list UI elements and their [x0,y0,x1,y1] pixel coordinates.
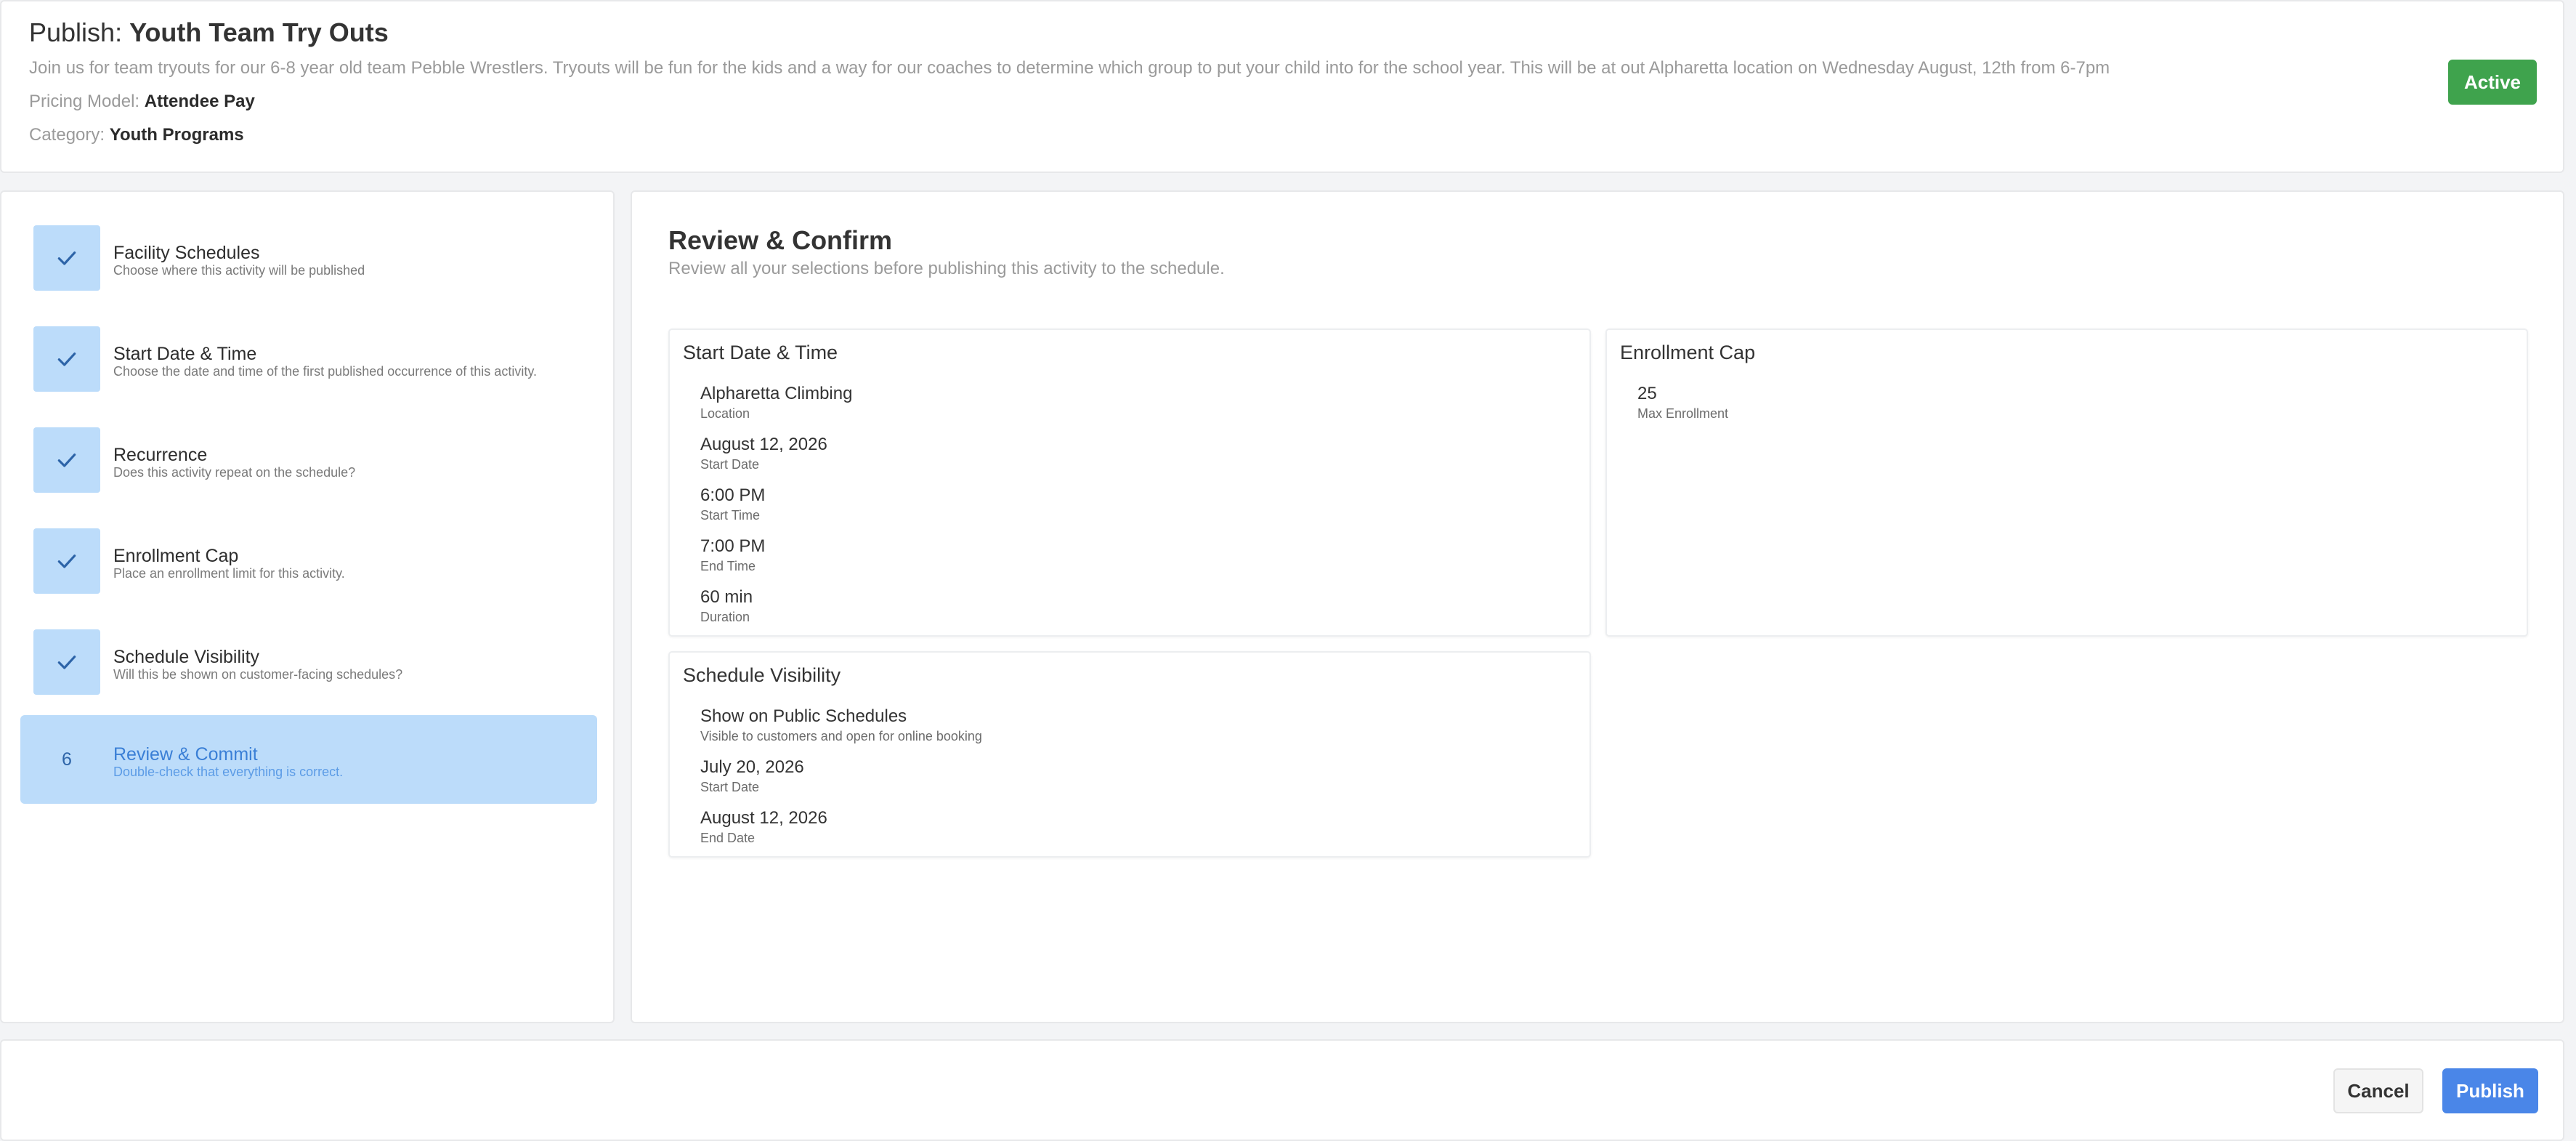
card-title: Start Date & Time [683,342,838,363]
field-value: 25 [1637,384,1657,403]
publish-button[interactable]: Publish [2442,1068,2538,1113]
field-value: 6:00 PM [700,485,766,505]
step-subtitle: Will this be shown on customer-facing sc… [113,667,403,682]
field-value: August 12, 2026 [700,435,827,454]
schedule-visibility-card: Schedule Visibility Show on Public Sched… [668,651,1591,858]
cancel-button[interactable]: Cancel [2333,1068,2423,1113]
title-prefix: Publish: [29,17,123,47]
step-number: 6 [33,727,100,792]
step-subtitle: Choose where this activity will be publi… [113,263,365,278]
step-subtitle: Place an enrollment limit for this activ… [113,566,345,581]
field-label: Start Date [700,780,760,794]
start-date-field: August 12, 2026 Start Date [700,435,827,472]
enrollment-cap-card: Enrollment Cap 25 Max Enrollment [1605,328,2528,637]
start-date-time-card: Start Date & Time Alpharetta Climbing Lo… [668,328,1591,637]
visibility-end-date-field: August 12, 2026 End Date [700,808,827,846]
max-enrollment-field: 25 Max Enrollment [1637,384,1728,422]
steps-sidebar: Facility Schedules Choose where this act… [0,190,615,1023]
step-title: Facility Schedules [113,243,260,263]
step-title: Recurrence [113,445,208,465]
step-subtitle: Choose the date and time of the first pu… [113,364,537,379]
field-label: End Date [700,831,756,845]
check-icon [33,225,100,291]
step-subtitle: Does this activity repeat on the schedul… [113,465,356,480]
activity-description: Join us for team tryouts for our 6-8 yea… [29,58,2110,78]
step-title: Enrollment Cap [113,546,239,566]
pricing-model-value: Attendee Pay [144,92,255,111]
category-value: Youth Programs [109,125,244,145]
step-schedule-visibility[interactable]: Schedule Visibility Will this be shown o… [20,618,597,706]
field-label: End Time [700,559,756,573]
review-title: Review & Confirm [668,225,893,255]
check-icon [33,427,100,493]
review-panel: Review & Confirm Review all your selecti… [631,190,2564,1023]
field-value: 60 min [700,587,753,607]
step-start-date-time[interactable]: Start Date & Time Choose the date and ti… [20,315,597,403]
category: Category: Youth Programs [29,125,244,145]
field-value: Show on Public Schedules [700,706,907,726]
footer-bar: Cancel Publish [0,1039,2564,1141]
visibility-field: Show on Public Schedules Visible to cust… [700,706,982,744]
field-label: Start Date [700,457,760,472]
step-recurrence[interactable]: Recurrence Does this activity repeat on … [20,416,597,504]
visibility-start-date-field: July 20, 2026 Start Date [700,757,804,795]
pricing-model-label: Pricing Model: [29,92,140,111]
start-time-field: 6:00 PM Start Time [700,485,765,523]
field-value: 7:00 PM [700,536,766,556]
activity-header: Publish: Youth Team Try Outs Join us for… [0,0,2564,173]
step-number-text: 6 [62,749,72,770]
field-value: July 20, 2026 [700,757,804,777]
field-value: Alpharetta Climbing [700,384,853,403]
field-label: Duration [700,610,750,624]
duration-field: 60 min Duration [700,587,753,625]
step-enrollment-cap[interactable]: Enrollment Cap Place an enrollment limit… [20,517,597,605]
field-label: Start Time [700,508,761,523]
review-subtitle: Review all your selections before publis… [668,259,1225,278]
field-label: Visible to customers and open for online… [700,729,982,743]
field-label: Max Enrollment [1637,406,1729,421]
field-label: Location [700,406,750,421]
check-icon [33,629,100,695]
page-title: Publish: Youth Team Try Outs [29,17,389,48]
step-title: Start Date & Time [113,344,257,364]
location-field: Alpharetta Climbing Location [700,384,852,422]
pricing-model: Pricing Model: Attendee Pay [29,92,255,112]
check-icon [33,326,100,392]
step-title: Schedule Visibility [113,647,260,667]
step-review-commit[interactable]: 6 Review & Commit Double-check that ever… [20,715,597,804]
step-title: Review & Commit [113,744,258,765]
step-subtitle: Double-check that everything is correct. [113,765,344,779]
field-value: August 12, 2026 [700,808,827,828]
card-title: Schedule Visibility [683,664,841,686]
check-icon [33,528,100,594]
end-time-field: 7:00 PM End Time [700,536,765,574]
status-badge: Active [2448,60,2537,105]
card-title: Enrollment Cap [1620,342,1756,363]
step-facility-schedules[interactable]: Facility Schedules Choose where this act… [20,214,597,302]
activity-name: Youth Team Try Outs [129,17,389,47]
category-label: Category: [29,125,105,145]
